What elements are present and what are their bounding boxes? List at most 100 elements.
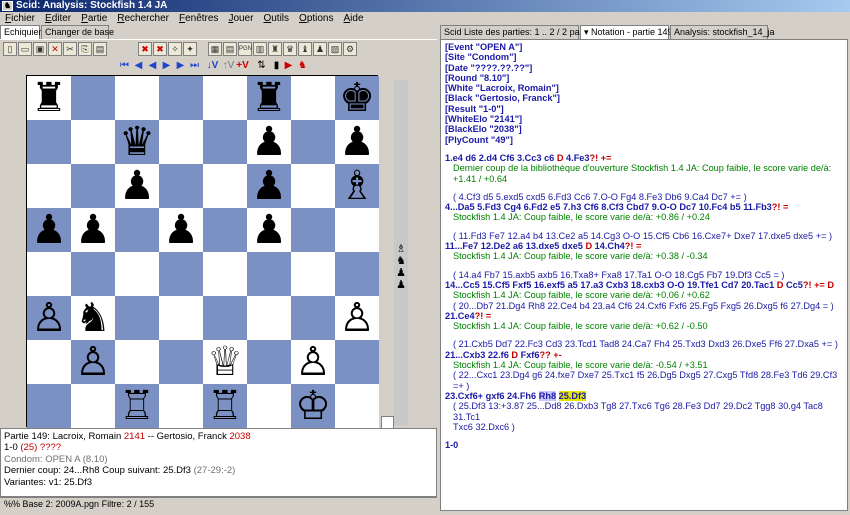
board-square[interactable]: ♙ xyxy=(291,340,335,384)
board-square[interactable] xyxy=(159,120,203,164)
exit-variation-icon[interactable]: ↑V xyxy=(222,59,235,72)
board-square[interactable] xyxy=(203,76,247,120)
current-move[interactable]: Rh8 xyxy=(538,390,557,401)
board-square[interactable]: ♙ xyxy=(335,296,379,340)
menu-fichier[interactable]: Fichier xyxy=(0,12,40,25)
board-square[interactable] xyxy=(71,76,115,120)
board-square[interactable] xyxy=(203,120,247,164)
delete-icon[interactable]: ✕ xyxy=(48,42,62,56)
tab-echiquier[interactable]: Echiquier xyxy=(0,25,42,39)
open-icon[interactable]: ▭ xyxy=(18,42,32,56)
flip-board-icon[interactable]: ⇅ xyxy=(255,59,268,72)
crosstable-icon[interactable]: ♛ xyxy=(283,42,297,56)
new-icon[interactable]: ▯ xyxy=(3,42,17,56)
board-square[interactable] xyxy=(71,120,115,164)
board-square[interactable] xyxy=(203,296,247,340)
board-square[interactable]: ♟ xyxy=(71,208,115,252)
board-square[interactable] xyxy=(115,252,159,296)
enter-variation-icon[interactable]: ↓V xyxy=(206,59,219,72)
board-square[interactable]: ♙ xyxy=(71,340,115,384)
search-filter-icon[interactable]: ✦ xyxy=(183,42,197,56)
board-square[interactable] xyxy=(27,120,71,164)
training-icon[interactable]: ♞ xyxy=(296,59,309,72)
move-line[interactable]: 14...Cc5 15.Cf5 Fxf5 16.exf5 a5 17.a3 Cx… xyxy=(445,280,843,290)
board-square[interactable] xyxy=(115,76,159,120)
board-square[interactable] xyxy=(291,208,335,252)
analysis-icon[interactable]: ⚙ xyxy=(343,42,357,56)
board-square[interactable] xyxy=(291,76,335,120)
menu-jouer[interactable]: Jouer xyxy=(223,12,258,25)
board-square[interactable] xyxy=(335,252,379,296)
next-move-highlight[interactable]: 25.Df3 xyxy=(558,390,587,401)
copy-icon[interactable]: ⎘ xyxy=(78,42,92,56)
board-square[interactable] xyxy=(159,296,203,340)
board-square[interactable] xyxy=(159,252,203,296)
board-square[interactable] xyxy=(71,164,115,208)
menu-editer[interactable]: Editer xyxy=(40,12,76,25)
search-header-icon[interactable]: ✖ xyxy=(153,42,167,56)
tab-game-list[interactable]: Scid Liste des parties: 1 .. 2 / 2 parti… xyxy=(440,25,597,39)
chess-board[interactable]: ♜ ♜ ♚ ♛ ♟ ♟ ♟ ♟ ♗ ♟ ♟ ♟ ♟ ♙ ♞ ♙ ♙ ♕ ♙ ♖ ♖ ♔ xyxy=(26,75,379,428)
board-square[interactable] xyxy=(27,340,71,384)
back-icon[interactable]: ◀ xyxy=(146,59,159,72)
board-square[interactable]: ♟ xyxy=(115,164,159,208)
board-square[interactable]: ♟ xyxy=(247,208,291,252)
search-material-icon[interactable]: ✧ xyxy=(168,42,182,56)
variation-line[interactable]: ( 4.Cf3 d5 5.exd5 cxd5 6.Fd3 Cc6 7.O-O F… xyxy=(445,192,843,202)
board-square[interactable] xyxy=(27,384,71,428)
move-line[interactable]: 21.Ce4?! = xyxy=(445,311,843,321)
board-square[interactable] xyxy=(159,384,203,428)
menu-outils[interactable]: Outils xyxy=(258,12,294,25)
board-square[interactable]: ♛ xyxy=(115,120,159,164)
variation-line[interactable]: Txc6 32.Dxc6 ) xyxy=(445,422,843,432)
variant-link[interactable]: v1: 25.Df3 xyxy=(49,477,92,488)
variation-line[interactable]: ( 22...Cxc1 23.Dg4 g6 24.fxe7 Dxe7 25.Tx… xyxy=(445,370,843,391)
menu-rechercher[interactable]: Rechercher xyxy=(112,12,174,25)
board-square[interactable] xyxy=(291,164,335,208)
board-square[interactable] xyxy=(247,252,291,296)
graph-icon[interactable]: ▨ xyxy=(328,42,342,56)
board-square[interactable] xyxy=(291,252,335,296)
board-square[interactable] xyxy=(247,340,291,384)
tab-analysis[interactable]: Analysis: stockfish_14_ja xyxy=(670,25,775,39)
add-variation-icon[interactable]: +V xyxy=(236,59,249,72)
cut-icon[interactable]: ✂ xyxy=(63,42,77,56)
board-square[interactable]: ♟ xyxy=(247,164,291,208)
save-icon[interactable]: ▣ xyxy=(33,42,47,56)
board-square[interactable] xyxy=(247,384,291,428)
white-player[interactable]: Lacroix, Romain xyxy=(53,431,122,442)
board-square[interactable] xyxy=(203,208,247,252)
paste-icon[interactable]: ▤ xyxy=(93,42,107,56)
board-square[interactable] xyxy=(159,340,203,384)
tab-changer-de-base[interactable]: Changer de base xyxy=(41,25,114,39)
board-square[interactable]: ♞ xyxy=(71,296,115,340)
tree-icon[interactable]: ▥ xyxy=(253,42,267,56)
board-square[interactable]: ♟ xyxy=(27,208,71,252)
last-move-icon[interactable]: ⏭ xyxy=(188,59,201,72)
board-square[interactable] xyxy=(27,164,71,208)
search-board-icon[interactable]: ✖ xyxy=(138,42,152,56)
variation-line[interactable]: ( 21.Cxb5 Dd7 22.Fc3 Cd3 23.Tcd1 Tad8 24… xyxy=(445,339,843,349)
board-square[interactable]: ♟ xyxy=(335,120,379,164)
tournament-icon[interactable]: ♜ xyxy=(268,42,282,56)
move-line[interactable]: 1.e4 d6 2.d4 Cf6 3.Cc3 c6 D 4.Fe3?! += xyxy=(445,153,843,163)
board-square[interactable]: ♟ xyxy=(247,120,291,164)
menu-fenetres[interactable]: Fenêtres xyxy=(174,12,223,25)
board-square[interactable]: ♟ xyxy=(159,208,203,252)
board-square[interactable] xyxy=(335,340,379,384)
game-list-icon[interactable]: ▦ xyxy=(208,42,222,56)
finder-icon[interactable]: ♟ xyxy=(313,42,327,56)
board-square[interactable] xyxy=(115,296,159,340)
variation-line[interactable]: ( 20...Db7 21.Dg4 Rh8 22.Ce4 b4 23.a4 Cf… xyxy=(445,301,843,311)
pgn-icon[interactable]: ▤ xyxy=(223,42,237,56)
board-square[interactable] xyxy=(335,384,379,428)
forward-10-icon[interactable]: ▶ xyxy=(174,59,187,72)
forward-icon[interactable]: ▶ xyxy=(160,59,173,72)
variation-line[interactable]: ( 25.Df3 13:+3.87 25...Dd8 26.Dxb3 Tg8 2… xyxy=(445,401,843,422)
first-move-icon[interactable]: ⏮ xyxy=(118,59,131,72)
board-square[interactable] xyxy=(159,164,203,208)
board-square[interactable] xyxy=(159,76,203,120)
board-square[interactable] xyxy=(115,208,159,252)
board-square[interactable]: ♙ xyxy=(27,296,71,340)
notation-text[interactable]: [Event "OPEN A"] [Site "Condom"] [Date "… xyxy=(440,39,848,511)
